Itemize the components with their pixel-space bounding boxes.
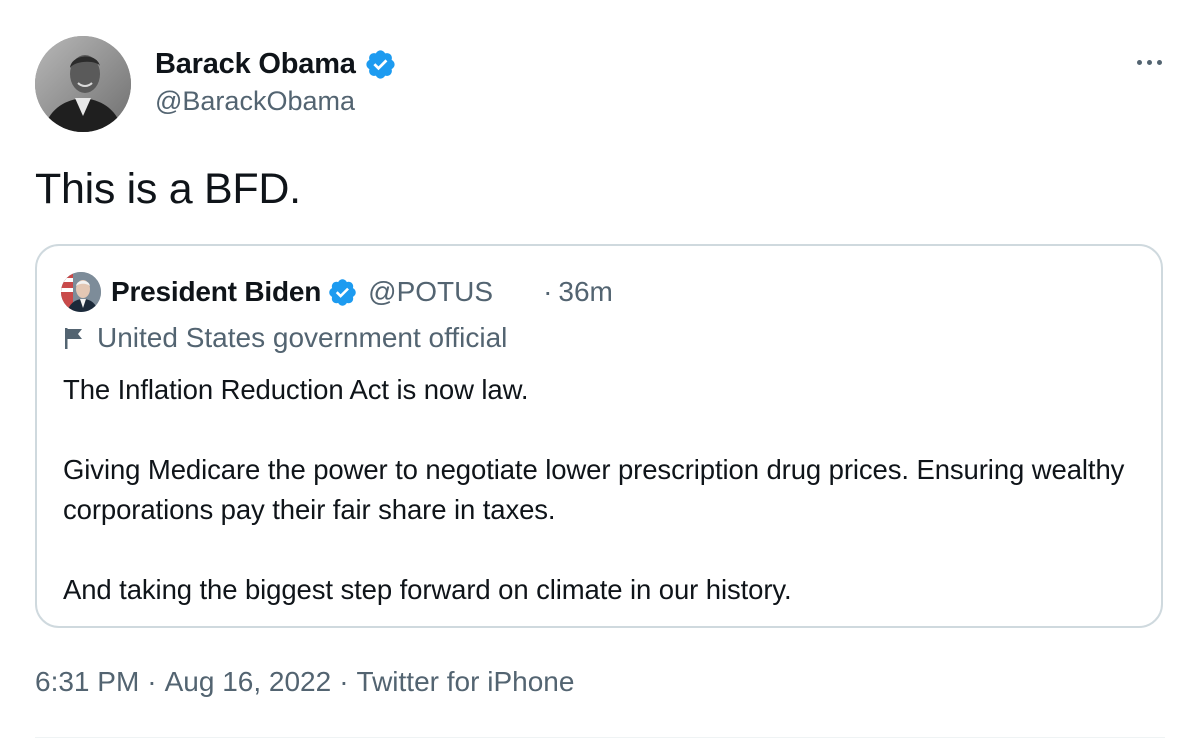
tweet-meta: 6:31 PM · Aug 16, 2022 · Twitter for iPh… bbox=[35, 666, 574, 698]
tweet-time[interactable]: 6:31 PM bbox=[35, 666, 139, 698]
quoted-tweet-header: President Biden @POTUS · 36m bbox=[61, 270, 613, 314]
verified-badge-icon bbox=[329, 278, 356, 306]
government-official-label: United States government official bbox=[63, 322, 507, 354]
quoted-display-name: President Biden bbox=[111, 276, 322, 307]
quoted-timestamp: 36m bbox=[558, 276, 613, 307]
quoted-tweet-text: The Inflation Reduction Act is now law. … bbox=[63, 374, 1125, 605]
tweet-text: This is a BFD. bbox=[35, 165, 301, 213]
flag-icon bbox=[65, 328, 82, 349]
author-handle[interactable]: @BarackObama bbox=[155, 86, 355, 117]
quoted-handle: @POTUS bbox=[368, 276, 494, 307]
separator-dot: · bbox=[339, 666, 349, 697]
separator-dot: · bbox=[543, 276, 553, 307]
quoted-author-avatar[interactable] bbox=[61, 272, 101, 312]
verified-badge-icon bbox=[366, 49, 395, 79]
tweet-date[interactable]: Aug 16, 2022 bbox=[165, 666, 332, 698]
separator-dot: · bbox=[147, 666, 157, 697]
more-dot bbox=[1147, 60, 1152, 65]
tweet-card: Barack Obama @BarackObama This is a BFD. bbox=[0, 0, 1200, 742]
more-dot bbox=[1157, 60, 1162, 65]
author-name-line: Barack Obama bbox=[155, 45, 397, 83]
author-display-name[interactable]: Barack Obama bbox=[155, 48, 356, 81]
tweet-source[interactable]: Twitter for iPhone bbox=[357, 666, 575, 698]
more-dot bbox=[1137, 60, 1142, 65]
divider bbox=[35, 737, 1165, 738]
more-options-icon[interactable] bbox=[1137, 60, 1162, 65]
quoted-tweet[interactable]: President Biden @POTUS · 36m United Stat… bbox=[35, 244, 1163, 628]
label-text: United States government official bbox=[97, 322, 508, 353]
author-avatar[interactable] bbox=[35, 36, 131, 132]
